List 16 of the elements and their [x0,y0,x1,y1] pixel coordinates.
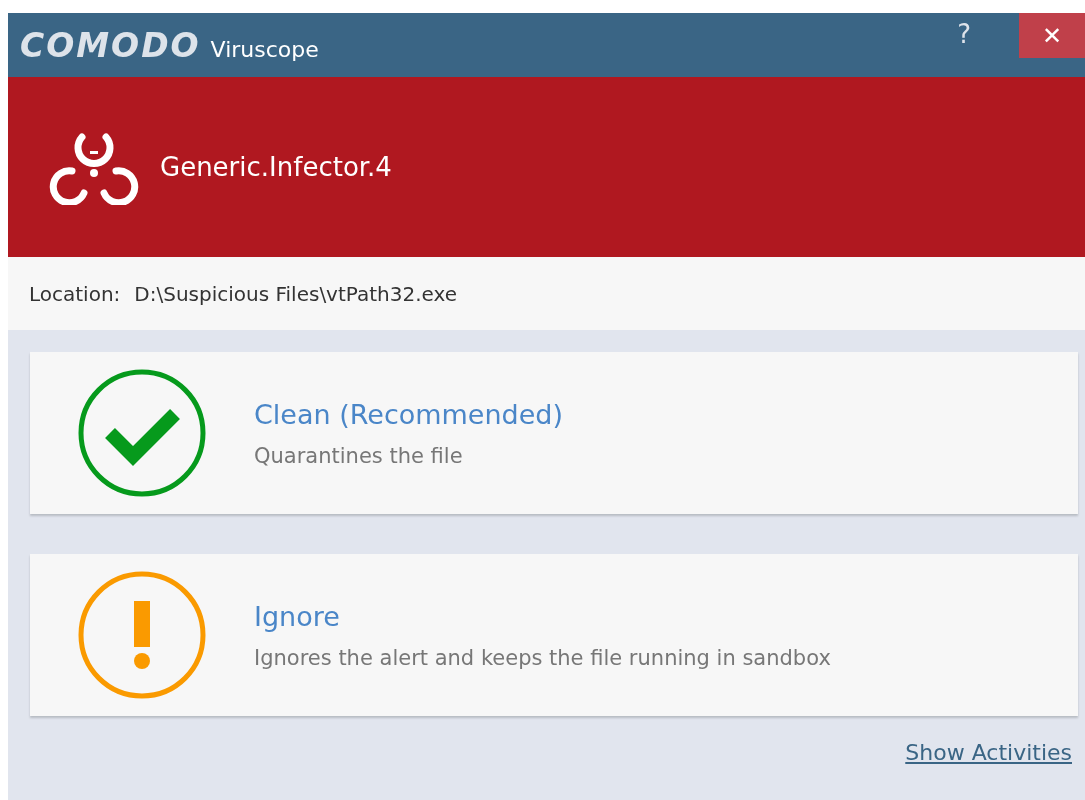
show-activities-link[interactable]: Show Activities [905,740,1072,765]
brand-logo: COMODO [20,25,201,65]
threat-name: Generic.Infector.4 [160,152,392,182]
action-description: Ignores the alert and keeps the file running in sandbox [254,645,831,670]
check-circle-icon [77,368,207,498]
window-title: Viruscope [210,36,319,62]
location-label: Location: [29,281,121,306]
action-title: Clean (Recommended) [254,398,563,430]
help-button[interactable]: ? [953,19,975,49]
action-card[interactable]: Clean (Recommended) Quarantines the file [30,352,1078,514]
action-description: Quarantines the file [254,443,464,468]
action-title: Ignore [254,600,341,632]
close-button[interactable]: ✕ [1019,13,1085,58]
action-card[interactable]: Ignore Ignores the alert and keeps the file running in sandbox [30,554,1078,716]
exclamation-circle-icon [77,570,207,700]
file-path: D:\Suspicious Files\vtPath32.exe [134,281,457,306]
